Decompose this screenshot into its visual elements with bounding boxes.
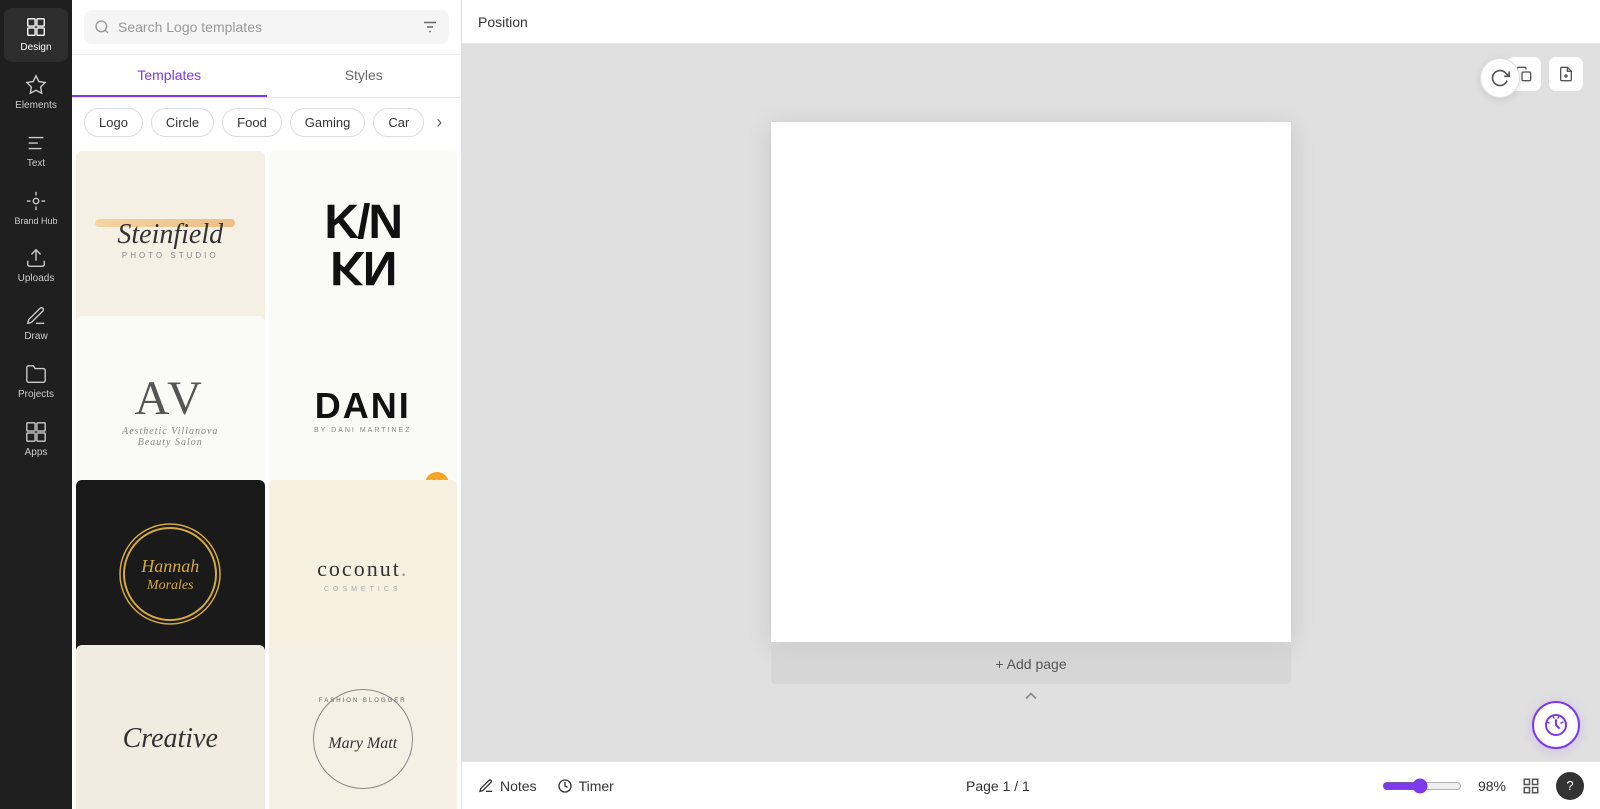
sidebar-item-brand-hub-label: Brand Hub <box>14 216 57 227</box>
steinfield-main-text: Steinfield <box>105 219 235 251</box>
tab-styles[interactable]: Styles <box>267 55 462 97</box>
sidebar-item-elements-label: Elements <box>15 100 57 112</box>
sidebar-item-design[interactable]: Design <box>4 8 68 62</box>
sidebar-item-text[interactable]: Text <box>4 124 68 178</box>
chevron-up-icon <box>1021 686 1041 706</box>
tab-templates[interactable]: Templates <box>72 55 267 97</box>
sidebar-item-projects-label: Projects <box>18 389 54 401</box>
panel-tabs: Templates Styles <box>72 55 461 98</box>
sidebar-item-uploads-label: Uploads <box>18 273 55 285</box>
notes-button[interactable]: Notes <box>478 778 537 794</box>
zoom-level: 98% <box>1478 778 1506 794</box>
notes-label: Notes <box>500 778 537 794</box>
projects-icon <box>25 363 47 385</box>
timer-label: Timer <box>579 778 614 794</box>
topbar-title: Position <box>478 14 528 30</box>
hannah-logo: Hannah Morales <box>115 519 225 629</box>
fashion-top-text: FASHION BLOGGER <box>319 698 407 704</box>
kn-second-line: KN <box>330 246 395 289</box>
page-info-area: Page 1 / 1 <box>966 778 1030 794</box>
fashion-logo: FASHION BLOGGER Mary Matt <box>313 689 413 789</box>
text-icon <box>25 132 47 154</box>
sidebar-item-projects[interactable]: Projects <box>4 355 68 409</box>
chip-circle[interactable]: Circle <box>151 108 214 137</box>
sidebar-item-uploads[interactable]: Uploads <box>4 239 68 293</box>
zoom-slider[interactable] <box>1382 778 1462 794</box>
search-box <box>84 10 449 44</box>
topbar: Position <box>462 0 1600 44</box>
fashion-circle: FASHION BLOGGER Mary Matt <box>313 689 413 789</box>
template-card-creative[interactable]: Creative <box>76 645 265 809</box>
sidebar-item-draw-label: Draw <box>24 331 47 343</box>
template-card-fashion[interactable]: FASHION BLOGGER Mary Matt <box>269 645 458 809</box>
template-card-av[interactable]: AV Aesthetic Villanova Beauty Salon <box>76 316 265 505</box>
search-icon <box>94 19 110 35</box>
canvas-workspace: + Add page <box>462 44 1600 761</box>
chip-food[interactable]: Food <box>222 108 282 137</box>
filter-icon <box>421 18 439 36</box>
elements-icon <box>25 74 47 96</box>
sidebar-item-text-label: Text <box>27 158 45 170</box>
sidebar-item-design-label: Design <box>20 42 51 54</box>
filter-button[interactable] <box>421 18 439 36</box>
add-page-icon-button[interactable] <box>1548 56 1584 92</box>
sidebar-item-elements[interactable]: Elements <box>4 66 68 120</box>
sidebar-item-brand-hub[interactable]: Brand Hub <box>4 182 68 235</box>
chip-gaming[interactable]: Gaming <box>290 108 366 137</box>
sidebar: Design Elements Text Brand Hub Uploads <box>0 0 72 809</box>
sidebar-item-apps-label: Apps <box>25 447 48 459</box>
fashion-name-text: Mary Matt <box>328 735 397 753</box>
chip-logo[interactable]: Logo <box>84 108 143 137</box>
uploads-icon <box>25 247 47 269</box>
refresh-icon <box>1490 68 1510 88</box>
draw-icon <box>25 305 47 327</box>
apps-icon <box>25 421 47 443</box>
chip-car[interactable]: Car <box>373 108 424 137</box>
canvas-container: + Add page <box>771 122 1291 684</box>
magic-ai-button[interactable] <box>1532 701 1580 749</box>
canvas-paper[interactable] <box>771 122 1291 642</box>
template-card-kn[interactable]: K/N KN <box>269 151 458 340</box>
grid-view-icon <box>1522 777 1540 795</box>
templates-panel: Templates Styles Logo Circle Food Gaming… <box>72 0 462 809</box>
add-page-icon <box>1558 66 1574 82</box>
page-info: Page 1 / 1 <box>966 778 1030 794</box>
search-input[interactable] <box>118 19 413 35</box>
search-area <box>72 0 461 55</box>
notes-icon <box>478 778 494 794</box>
sidebar-item-apps[interactable]: Apps <box>4 413 68 467</box>
brand-hub-icon <box>25 190 47 212</box>
template-card-dani[interactable]: DANI BY DANI MARTINEZ 👑 <box>269 316 458 505</box>
add-page-button[interactable]: + Add page <box>771 644 1291 684</box>
hannah-morales-text: Morales <box>141 578 199 594</box>
bottom-left-area: Notes Timer <box>478 778 614 794</box>
design-icon <box>25 16 47 38</box>
hannah-main-text: Hannah <box>141 555 199 578</box>
timer-icon <box>557 778 573 794</box>
template-card-coconut[interactable]: coconut. COSMETICS <box>269 480 458 669</box>
refresh-button[interactable] <box>1480 58 1520 98</box>
sidebar-item-draw[interactable]: Draw <box>4 297 68 351</box>
magic-icon <box>1544 713 1568 737</box>
bottom-right-area: 98% ? <box>1382 772 1584 800</box>
bottom-bar: Notes Timer Page 1 / 1 98% <box>462 761 1600 809</box>
template-card-hannah[interactable]: Hannah Morales <box>76 480 265 669</box>
category-chips: Logo Circle Food Gaming Car › <box>72 98 461 147</box>
help-button[interactable]: ? <box>1556 772 1584 800</box>
grid-view-button[interactable] <box>1522 777 1540 795</box>
page-scroll-up-button[interactable] <box>1021 686 1041 709</box>
chip-more-button[interactable]: › <box>432 112 446 133</box>
templates-grid: Steinfield Photo Studio K/N KN AV Aes <box>72 147 461 809</box>
template-card-steinfield[interactable]: Steinfield Photo Studio <box>76 151 265 340</box>
timer-button[interactable]: Timer <box>557 778 614 794</box>
canvas-area: Position <box>462 0 1600 809</box>
